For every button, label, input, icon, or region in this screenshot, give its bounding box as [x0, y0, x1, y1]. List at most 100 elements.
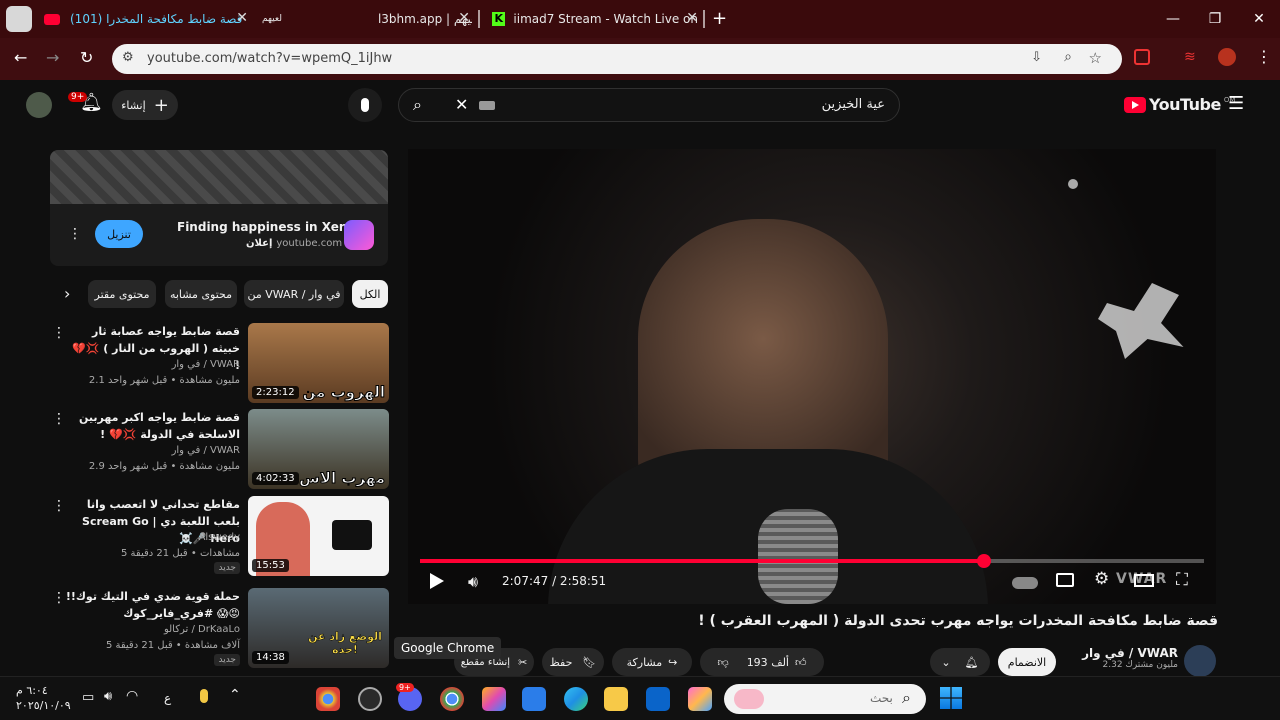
tab-close-icon[interactable]: ✕ [458, 10, 470, 26]
microsoft-365-app-icon[interactable] [482, 687, 506, 711]
video-title[interactable]: قصة ضابط يواجه اكبر مهربين الاسلحة في ال… [65, 409, 240, 443]
battery-icon[interactable]: ▭ [82, 690, 94, 705]
join-button[interactable]: الانضمام [998, 648, 1056, 676]
minimize-button[interactable]: — [1152, 0, 1194, 38]
video-thumbnail[interactable]: الوضع زاد عن حده! 14:38 [248, 588, 389, 668]
input-language[interactable]: ع [164, 691, 171, 705]
tab-close-icon[interactable]: ✕ [686, 10, 698, 26]
store-app-icon[interactable] [522, 687, 546, 711]
chip-similar[interactable]: محتوى مشابه [165, 280, 237, 308]
profile-avatar[interactable] [1218, 48, 1236, 66]
tab-divider [478, 10, 480, 28]
video-thumbnail[interactable]: الهروب من 2:23:12 [248, 323, 389, 403]
like-icon[interactable]: 👍︎ [795, 656, 807, 669]
chips-scroll-left-icon[interactable]: › [64, 284, 70, 303]
share-button[interactable]: مشاركة ↪ [612, 648, 692, 676]
more-actions-icon[interactable]: ⋮ [52, 325, 66, 341]
microphone-tray-icon[interactable] [200, 689, 208, 703]
back-icon[interactable]: ← [14, 48, 27, 67]
browser-tab[interactable]: K iimad7 Stream - Watch Live on ✕ [492, 6, 698, 32]
search-input[interactable]: ⌕ ✕ عية الخيزين [398, 88, 900, 122]
video-player[interactable]: 🔊︎ 2:07:47 / 2:58:51 ⚙ VWAR ⛶ [408, 149, 1216, 604]
subscribe-bell-dropdown[interactable]: ⌄ 🔔︎ [930, 648, 990, 676]
maximize-button[interactable]: ❐ [1194, 0, 1236, 38]
create-button[interactable]: إنشاء + [112, 90, 178, 120]
address-bar[interactable]: ⚙ youtube.com/watch?v=wpemQ_1iJhw ⇩ ⌕ ☆ [112, 44, 1122, 74]
chrome-app-icon[interactable] [440, 687, 464, 711]
play-icon[interactable] [430, 573, 444, 589]
youtube-logo[interactable]: YouTube OM [1124, 95, 1235, 114]
channel-name[interactable]: تركالو / DrKaaLo [164, 624, 240, 635]
chip-all[interactable]: الكل [352, 280, 388, 308]
channel-info[interactable]: في وار / VWAR 2.32 مليون مشترك [1078, 646, 1178, 670]
ad-card[interactable]: ⋮ تنزيل Finding happiness in Xena إعلان … [50, 150, 388, 266]
speaker-icon[interactable]: 🔊︎ [104, 689, 112, 704]
tab-search-button[interactable] [6, 6, 32, 32]
tab-close-icon[interactable]: ✕ [236, 10, 248, 26]
search-icon[interactable]: ⌕ [413, 95, 422, 115]
list-item[interactable]: الوضع زاد عن حده! 14:38 ⋮ حملة قوية ضدي … [50, 588, 390, 670]
outlook-app-icon[interactable] [646, 687, 670, 711]
chrome-profile-app-icon[interactable] [316, 687, 340, 711]
windows-start-icon[interactable] [940, 687, 962, 709]
channel-avatar[interactable] [1184, 645, 1216, 677]
progress-bar[interactable] [420, 554, 1204, 568]
channel-title[interactable]: في وار / VWAR [1078, 646, 1178, 660]
scrubber-handle[interactable] [977, 554, 992, 568]
reload-icon[interactable]: ↻ [80, 48, 93, 67]
like-count[interactable]: 193 ألف [747, 656, 789, 669]
browser-menu-icon[interactable]: ⋮ [1256, 47, 1272, 66]
video-thumbnail[interactable]: مهرب الاس 4:02:33 [248, 409, 389, 489]
ad-more-icon[interactable]: ⋮ [68, 226, 82, 242]
settings-gear-icon[interactable]: ⚙ [1094, 569, 1109, 589]
file-explorer-app-icon[interactable] [604, 687, 628, 711]
more-actions-icon[interactable]: ⋮ [52, 411, 66, 427]
account-avatar[interactable] [26, 92, 52, 118]
zoom-icon[interactable]: ⌕ [1064, 49, 1072, 65]
clear-search-icon[interactable]: ✕ [455, 95, 468, 114]
browser-tab-active[interactable]: (101) قصة ضابط مكافحة المخدرا ✕ [44, 6, 248, 32]
ad-banner-image[interactable] [50, 150, 388, 204]
fullscreen-icon[interactable]: ⛶ [1176, 570, 1188, 590]
channel-name[interactable]: Alswedy [199, 532, 240, 543]
taskbar-search[interactable]: بحث ⌕ [724, 684, 926, 714]
clock[interactable]: ٦:٠٤ م ٢٠٢٥/١٠/٠٩ [16, 683, 71, 713]
subtitles-icon[interactable] [1056, 573, 1074, 587]
list-item[interactable]: 15:53 ⋮ مقاطع تحداني لا اتعصب وانا بلعب … [50, 496, 390, 578]
more-actions-icon[interactable]: ⋮ [52, 498, 66, 514]
video-thumbnail[interactable]: 15:53 [248, 496, 389, 576]
more-actions-icon[interactable]: ⋮ [52, 590, 66, 606]
voice-search-button[interactable] [348, 88, 382, 122]
site-info-icon[interactable]: ⚙ [122, 50, 134, 65]
channel-name[interactable]: في وار / VWAR [172, 359, 240, 370]
install-app-icon[interactable]: ⇩ [1031, 50, 1042, 65]
list-item[interactable]: مهرب الاس 4:02:33 ⋮ قصة ضابط يواجه اكبر … [50, 409, 390, 491]
scissors-icon: ✂ [518, 655, 528, 669]
theater-mode-icon[interactable] [1134, 574, 1154, 587]
chip-from-channel[interactable]: من VWAR / في وار [244, 280, 344, 308]
copilot-app-icon[interactable] [688, 687, 712, 711]
volume-icon[interactable]: 🔊︎ [468, 572, 478, 592]
edge-app-icon[interactable] [564, 687, 588, 711]
close-window-button[interactable]: ✕ [1238, 0, 1280, 38]
forward-icon[interactable]: → [46, 48, 59, 67]
chip-related[interactable]: محتوى مقتر [88, 280, 156, 308]
bookmark-star-icon[interactable]: ☆ [1089, 49, 1102, 67]
chevron-up-icon[interactable]: ⌃ [229, 687, 241, 703]
list-item[interactable]: الهروب من 2:23:12 ⋮ قصة ضابط يواجه عصابة… [50, 323, 390, 405]
steam-app-icon[interactable] [358, 687, 382, 711]
autoplay-toggle[interactable] [1012, 577, 1038, 589]
channel-name[interactable]: في وار / VWAR [172, 445, 240, 456]
save-button[interactable]: حفظ 🔖︎ [542, 648, 604, 676]
dislike-icon[interactable]: 👎︎ [718, 656, 729, 669]
ad-cta-button[interactable]: تنزيل [95, 220, 143, 248]
extension-icon[interactable] [1134, 49, 1150, 65]
video-title[interactable]: حملة قوية ضدي في التيك توك!!😡😱 #فري_فاير… [65, 588, 240, 622]
wifi-icon[interactable]: ◠ [126, 688, 138, 704]
guide-menu-icon[interactable]: ☰ [1228, 93, 1244, 114]
keyboard-icon[interactable] [479, 101, 495, 110]
browser-tab[interactable]: لعيهم l3bhm.app | لعيهم ✕ [262, 6, 472, 32]
ad-title[interactable]: Finding happiness in Xena [177, 220, 356, 234]
extension-icon[interactable]: ≋ [1184, 49, 1196, 65]
new-tab-button[interactable]: + [712, 8, 727, 29]
